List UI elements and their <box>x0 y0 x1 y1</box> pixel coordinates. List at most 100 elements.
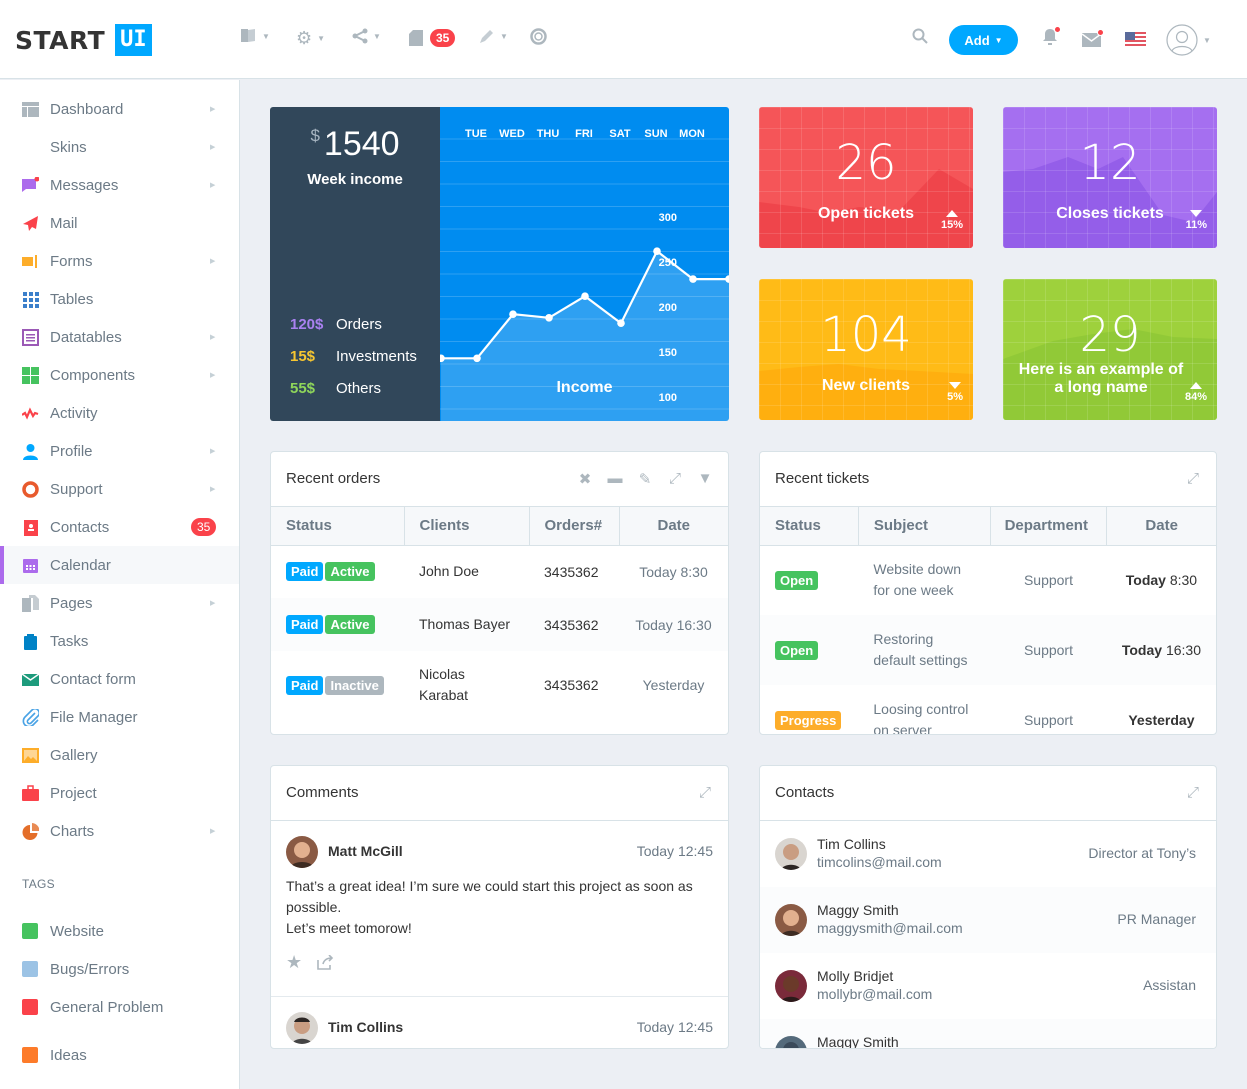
column-header[interactable]: Clients <box>404 507 530 546</box>
sidebar-item-dashboard[interactable]: Dashboard ▶ <box>0 90 239 128</box>
contact-email[interactable]: timcolins@mail.com <box>817 854 942 870</box>
income-summary: $1540 Week income 120$ Orders 15$ Investmen… <box>270 107 440 421</box>
expand-icon[interactable]: ⤢ <box>696 784 714 801</box>
contact-email[interactable]: mollybr@mail.com <box>817 986 932 1002</box>
language-button[interactable] <box>1125 32 1146 46</box>
comment-author[interactable]: Tim Collins <box>328 1019 403 1035</box>
expand-icon[interactable]: ⤢ <box>666 470 684 488</box>
sidebar-item-gallery[interactable]: Gallery <box>0 736 239 774</box>
contact-item[interactable]: Molly Bridjet mollybr@mail.com Assistan <box>760 953 1216 1019</box>
tag-ideas[interactable]: Ideas <box>0 1036 239 1074</box>
column-header[interactable]: Status <box>271 507 405 546</box>
sidebar-item-label: Components <box>50 366 136 384</box>
edit-icon[interactable]: ✎ <box>636 470 654 488</box>
sidebar-item-support[interactable]: Support ▶ <box>0 470 239 508</box>
add-button[interactable]: Add ▼ <box>949 25 1018 55</box>
legend-value: 55$ <box>290 380 316 397</box>
tag-general-problem[interactable]: General Problem <box>0 988 239 1026</box>
status-cell: Paid Active <box>271 598 404 651</box>
avatar[interactable] <box>286 836 318 868</box>
income-point[interactable] <box>617 319 625 327</box>
contact-name[interactable]: Molly Bridjet <box>817 968 893 984</box>
sidebar-item-project[interactable]: Project <box>0 774 239 812</box>
tag-bugs-errors[interactable]: Bugs/Errors <box>0 950 239 988</box>
avatar[interactable] <box>286 1012 318 1044</box>
messages-button[interactable] <box>1081 29 1104 52</box>
chevron-down-icon: ▼ <box>500 32 508 41</box>
income-point[interactable] <box>473 354 481 363</box>
sidebar-item-tasks[interactable]: Tasks <box>0 622 239 660</box>
sidebar-item-forms[interactable]: Forms ▶ <box>0 242 239 280</box>
stat-tile[interactable]: 26 Open tickets 15% <box>759 107 973 248</box>
sidebar-item-profile[interactable]: Profile ▶ <box>0 432 239 470</box>
share-menu-button[interactable]: ▼ <box>352 28 381 44</box>
contact-name[interactable]: Tim Collins <box>817 836 886 852</box>
avatar[interactable] <box>775 904 807 936</box>
income-point[interactable] <box>545 314 553 322</box>
table-row[interactable]: Paid Inactive Nicolas Karabat 3435362 Yester… <box>271 651 728 719</box>
income-point[interactable] <box>689 275 697 283</box>
sidebar-item-contact-form[interactable]: Contact form <box>0 660 239 698</box>
contact-item[interactable]: Maggy Smith <box>760 1019 1216 1048</box>
contact-item[interactable]: Tim Collins timcolins@mail.com Director at… <box>760 821 1216 887</box>
contact-item[interactable]: Maggy Smith maggysmith@mail.com PR Manager <box>760 887 1216 953</box>
sidebar-item-contacts[interactable]: Contacts 35 <box>0 508 239 546</box>
stat-tile[interactable]: 29 Here is an example of a long name 84% <box>1003 279 1217 420</box>
stat-tile[interactable]: 12 Closes tickets 11% <box>1003 107 1217 248</box>
sidebar-item-file-manager[interactable]: File Manager <box>0 698 239 736</box>
income-point[interactable] <box>653 247 661 255</box>
table-row[interactable]: Paid Active Thomas Bayer 3435362 Today 16:30 <box>271 598 728 651</box>
contact-name[interactable]: Maggy Smith <box>817 902 899 918</box>
notifications-button[interactable] <box>1042 26 1061 51</box>
avatar[interactable] <box>775 970 807 1002</box>
book-menu-button[interactable]: ▼ <box>240 28 270 44</box>
sidebar-item-pages[interactable]: Pages ▶ <box>0 584 239 622</box>
avatar[interactable] <box>775 838 807 870</box>
contact-email[interactable]: maggysmith@mail.com <box>817 920 963 936</box>
sidebar-item-datatables[interactable]: Datatables ▶ <box>0 318 239 356</box>
edit-menu-button[interactable]: ▼ <box>478 28 508 45</box>
help-button[interactable] <box>530 28 547 45</box>
share-icon[interactable] <box>317 955 334 970</box>
expand-icon[interactable]: ⤢ <box>1184 470 1202 487</box>
tile-trend: 84% <box>1185 382 1207 403</box>
table-row[interactable]: Progress Loosing control on server Support… <box>760 685 1216 734</box>
table-row[interactable]: Open Website down for one week Support Toda… <box>760 545 1216 615</box>
comment-author[interactable]: Matt McGill <box>328 843 403 859</box>
sidebar-item-skins[interactable]: Skins ▶ <box>0 128 239 166</box>
column-header[interactable]: Subject <box>858 507 991 546</box>
search-button[interactable] <box>912 28 928 44</box>
order-cell: 3435362 <box>544 677 599 693</box>
income-point[interactable] <box>509 310 517 318</box>
table-row[interactable]: Open Restoring default settings Support Tod… <box>760 615 1216 685</box>
logo[interactable]: START UI <box>15 24 152 56</box>
column-header[interactable]: Date <box>619 507 728 546</box>
column-header[interactable]: Status <box>760 507 859 546</box>
settings-menu-button[interactable]: ⚙ ▼ <box>296 28 325 49</box>
stat-tile[interactable]: 104 New clients 5% <box>759 279 973 420</box>
column-header[interactable]: Orders# <box>529 507 620 546</box>
tag-website[interactable]: Website <box>0 912 239 950</box>
sidebar-item-components[interactable]: Components ▶ <box>0 356 239 394</box>
sidebar-item-activity[interactable]: Activity <box>0 394 239 432</box>
column-header[interactable]: Date <box>1106 507 1216 546</box>
table-row[interactable]: Paid Active John Doe 3435362 Today 8:30 <box>271 545 728 598</box>
files-button[interactable]: 35 <box>409 29 456 47</box>
date-day: Today <box>1121 642 1163 658</box>
sidebar-item-messages[interactable]: Messages ▶ <box>0 166 239 204</box>
sidebar-item-tables[interactable]: Tables <box>0 280 239 318</box>
close-icon[interactable]: ✖ <box>576 470 594 488</box>
column-header[interactable]: Department <box>990 507 1108 546</box>
expand-icon[interactable]: ⤢ <box>1184 784 1202 801</box>
filter-icon[interactable]: ▼ <box>696 470 714 488</box>
minimize-icon[interactable]: ▬ <box>606 470 624 488</box>
income-point[interactable] <box>581 292 589 300</box>
tile-trend: 5% <box>947 382 963 403</box>
sidebar-item-calendar[interactable]: Calendar <box>0 546 239 584</box>
star-icon[interactable]: ★ <box>286 952 302 973</box>
avatar[interactable] <box>775 1036 807 1048</box>
sidebar-item-charts[interactable]: Charts ▶ <box>0 812 239 850</box>
sidebar-item-mail[interactable]: Mail <box>0 204 239 242</box>
user-menu-button[interactable]: ▼ <box>1166 24 1211 56</box>
contact-name[interactable]: Maggy Smith <box>817 1034 899 1048</box>
